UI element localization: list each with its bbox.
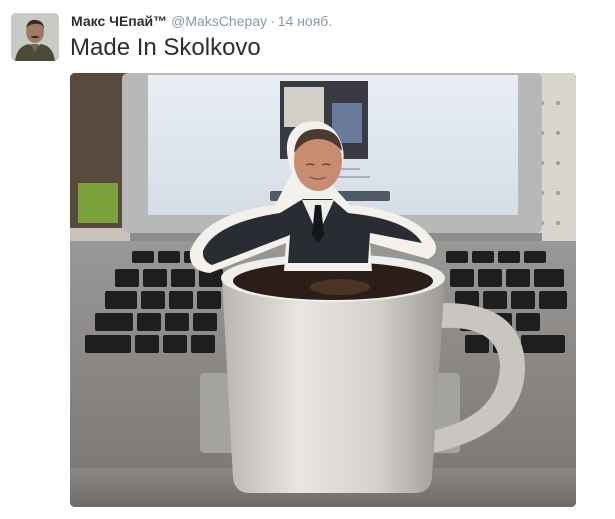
photo-illustration bbox=[70, 73, 576, 507]
tweet-photo[interactable] bbox=[70, 73, 576, 507]
author-name[interactable]: Макс ЧЕпай™ bbox=[71, 13, 167, 29]
tweet-header: Макс ЧЕпай™ @MaksChepay · 14 нояб. bbox=[71, 12, 332, 30]
header-separator: · bbox=[270, 13, 275, 29]
tweet-text: Made In Skolkovo bbox=[70, 34, 261, 61]
avatar-icon bbox=[11, 13, 59, 61]
avatar[interactable] bbox=[11, 13, 59, 61]
tweet: Макс ЧЕпай™ @MaksChepay · 14 нояб. Made In … bbox=[0, 0, 615, 519]
tweet-timestamp[interactable]: 14 нояб. bbox=[278, 13, 332, 29]
author-handle[interactable]: @MaksChepay bbox=[171, 13, 267, 29]
